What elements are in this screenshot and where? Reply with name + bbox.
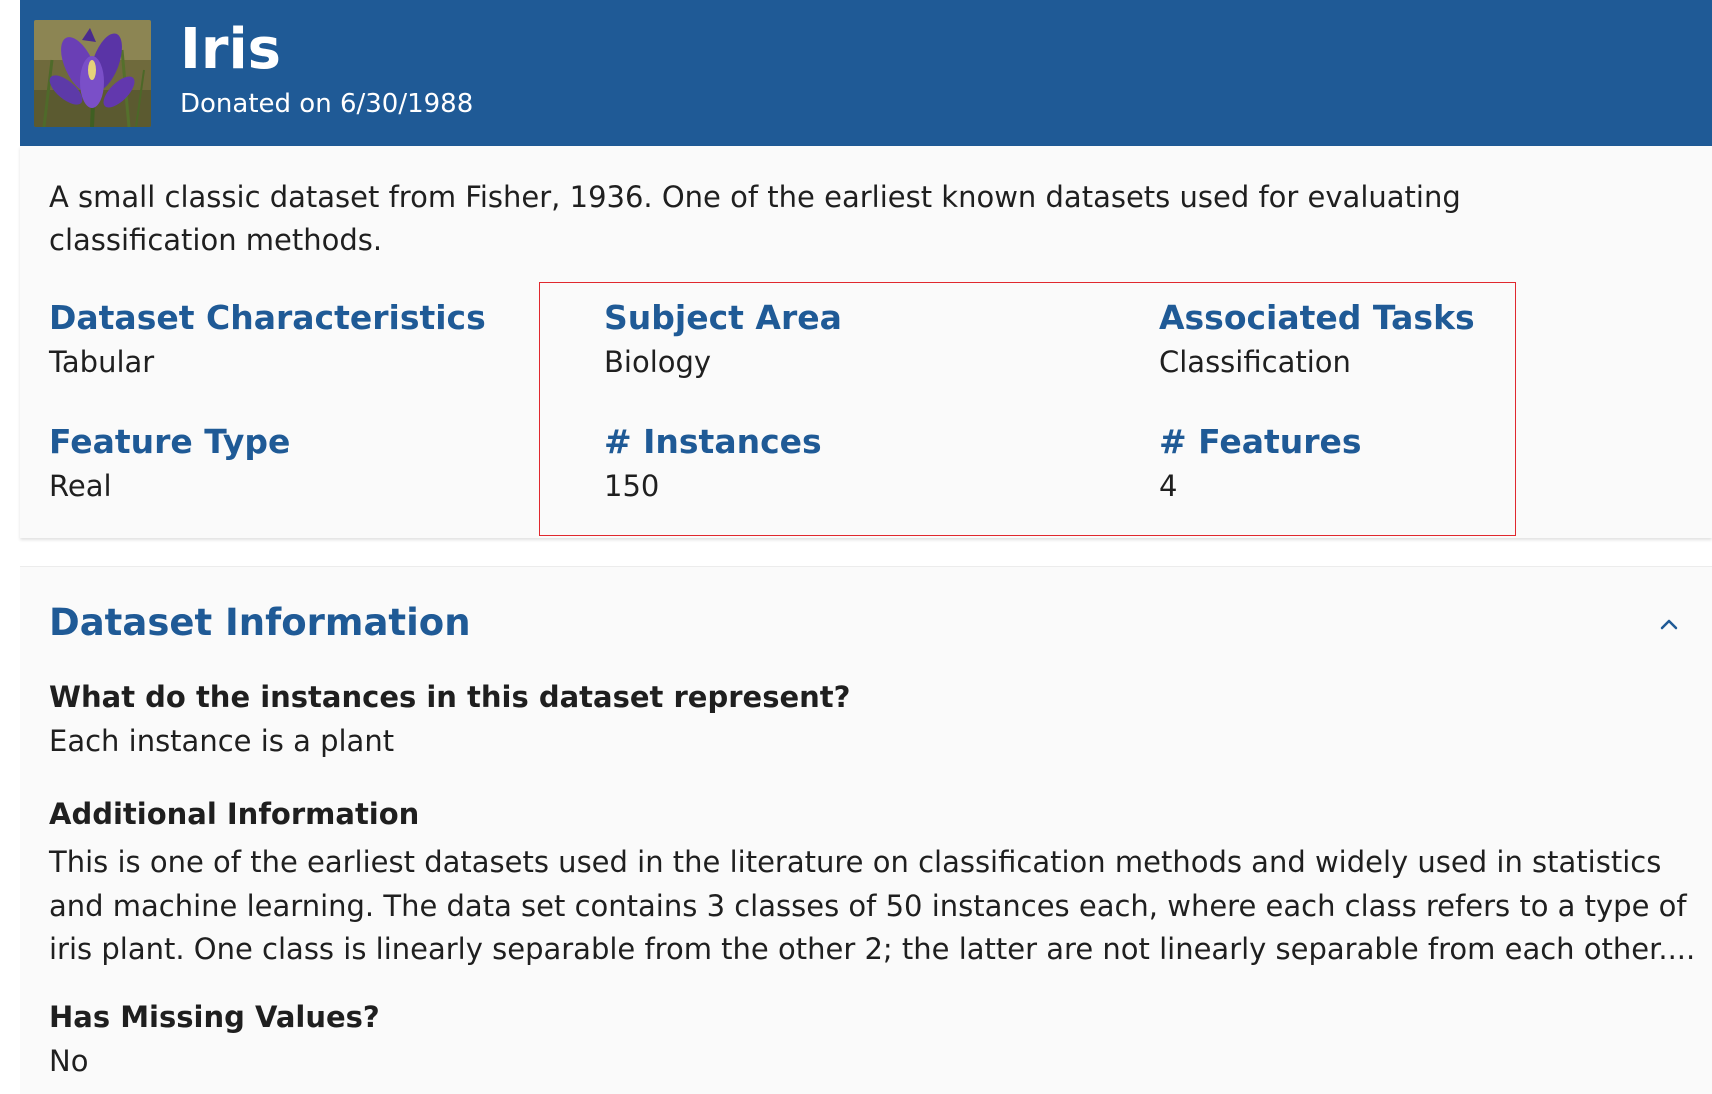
dataset-information-title[interactable]: Dataset Information: [49, 601, 471, 645]
dataset-header: Iris Donated on 6/30/1988: [20, 0, 1712, 146]
additional-info-text: This is one of the earliest datasets use…: [49, 845, 1696, 966]
subject-area-value: Biology: [604, 345, 712, 379]
missing-values-answer: No: [49, 1044, 89, 1078]
subject-area-label: Subject Area: [604, 298, 842, 337]
associated-tasks-label: Associated Tasks: [1159, 298, 1475, 337]
feature-type-value: Real: [49, 469, 112, 503]
donation-date: Donated on 6/30/1988: [180, 89, 474, 119]
instances-label: # Instances: [604, 422, 822, 461]
associated-tasks-value: Classification: [1159, 345, 1351, 379]
characteristics-value: Tabular: [49, 345, 155, 379]
additional-info-heading: Additional Information: [49, 797, 420, 831]
missing-values-question: Has Missing Values?: [49, 1000, 380, 1034]
dataset-summary-card: A small classic dataset from Fisher, 193…: [20, 146, 1712, 538]
characteristics-label: Dataset Characteristics: [49, 298, 486, 337]
chevron-up-icon[interactable]: [1656, 611, 1682, 637]
feature-type-label: Feature Type: [49, 422, 291, 461]
dataset-description: A small classic dataset from Fisher, 193…: [49, 180, 1461, 257]
features-label: # Features: [1159, 422, 1362, 461]
iris-thumbnail-image: [34, 20, 151, 127]
instances-question: What do the instances in this dataset re…: [49, 680, 851, 714]
dataset-information-card: Dataset Information What do the instance…: [20, 566, 1712, 1094]
dataset-title: Iris: [180, 17, 281, 82]
instances-value: 150: [604, 469, 660, 503]
dataset-page: Iris Donated on 6/30/1988 A small classi…: [20, 0, 1712, 1094]
instances-answer: Each instance is a plant: [49, 724, 395, 758]
features-value: 4: [1159, 469, 1178, 503]
